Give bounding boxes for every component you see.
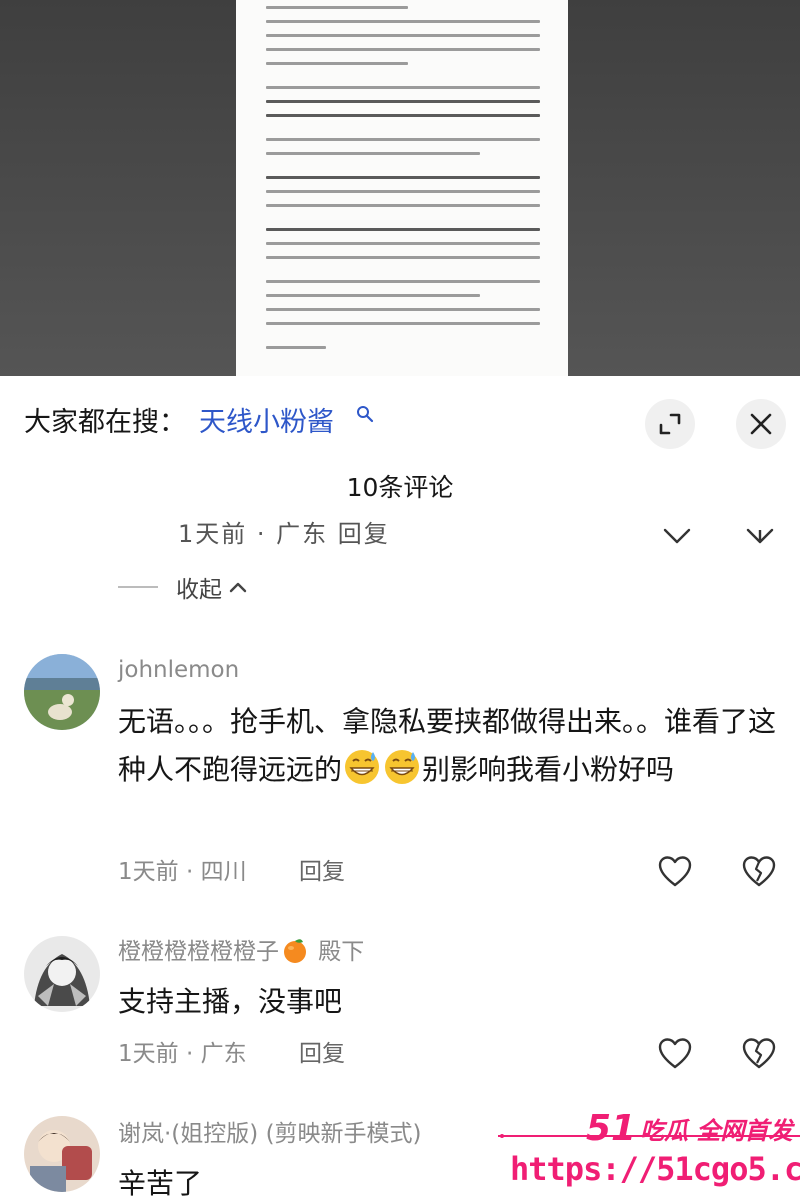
like-icon[interactable] [657,854,693,890]
dislike-icon[interactable] [745,526,775,546]
previous-comment-meta-row: 1天前 · 广东 回复 [0,520,800,546]
sweat-grin-emoji [345,750,380,784]
chevron-up-icon [229,582,247,593]
collapse-replies-button[interactable]: 收起 [118,570,248,604]
comment-time: 1天前 [118,859,179,885]
avatar[interactable] [24,1116,100,1192]
watermark-logo: 51 吃瓜 全网首发 [586,1108,792,1149]
comment-location: 四川 [200,859,247,885]
video-preview[interactable] [0,0,800,376]
comment-time: 1天前 [118,1041,179,1067]
watermark-url: https://51cgo5.com [510,1150,800,1188]
close-button[interactable] [736,399,786,449]
reply-button[interactable]: 回复 [299,856,345,888]
comment-username[interactable]: johnlemon [118,654,239,686]
comment-text: 支持主播，没事吧 [118,985,343,1018]
document-image [236,0,568,376]
comment-username-suffix: 殿下 [311,939,365,965]
comment-username-text: 橙橙橙橙橙橙子 [118,939,279,965]
search-suggestion-prefix: 大家都在搜： [24,407,186,438]
watermark-underline [498,1134,800,1138]
watermark-slogan: 吃瓜 全网首发 [640,1117,793,1145]
comment-text: 无语。。。抢手机、拿隐私要挟都做得出来。。谁看了这种人不跑得远远的 别影响我看小粉… [118,698,778,794]
collapse-divider [118,586,158,588]
comment-meta: 1天前 · 广东 [118,1041,247,1067]
video-background-right [568,0,800,376]
comments-count-title: 10条评论 [346,473,454,502]
reply-button[interactable]: 回复 [299,1038,345,1070]
tangerine-emoji [284,939,306,963]
dislike-icon[interactable] [741,1036,777,1072]
video-background-left [0,0,236,376]
comment-username[interactable]: 橙橙橙橙橙橙子 殿下 [118,936,364,968]
search-suggestion-link[interactable]: 天线小粉酱 [199,405,334,441]
like-icon[interactable] [657,1036,693,1072]
avatar[interactable] [24,654,100,730]
sweat-grin-emoji [385,750,420,784]
previous-comment-meta: 1天前 · 广东 回复 [178,520,390,546]
comment-text-part: 别影响我看小粉好吗 [422,753,675,786]
expand-button[interactable] [645,399,695,449]
comment-meta: 1天前 · 四川 [118,859,247,885]
collapse-label: 收起 [176,577,222,603]
watermark-brand: 51 [586,1108,637,1149]
like-icon[interactable] [662,526,692,546]
comment-location: 广东 [200,1041,247,1067]
avatar[interactable] [24,936,100,1012]
comment-username[interactable]: 谢岚·(姐控版) (剪映新手模式) [118,1118,422,1150]
expand-icon [659,413,681,435]
close-icon [750,413,772,435]
search-icon[interactable] [356,405,374,423]
dislike-icon[interactable] [741,854,777,890]
